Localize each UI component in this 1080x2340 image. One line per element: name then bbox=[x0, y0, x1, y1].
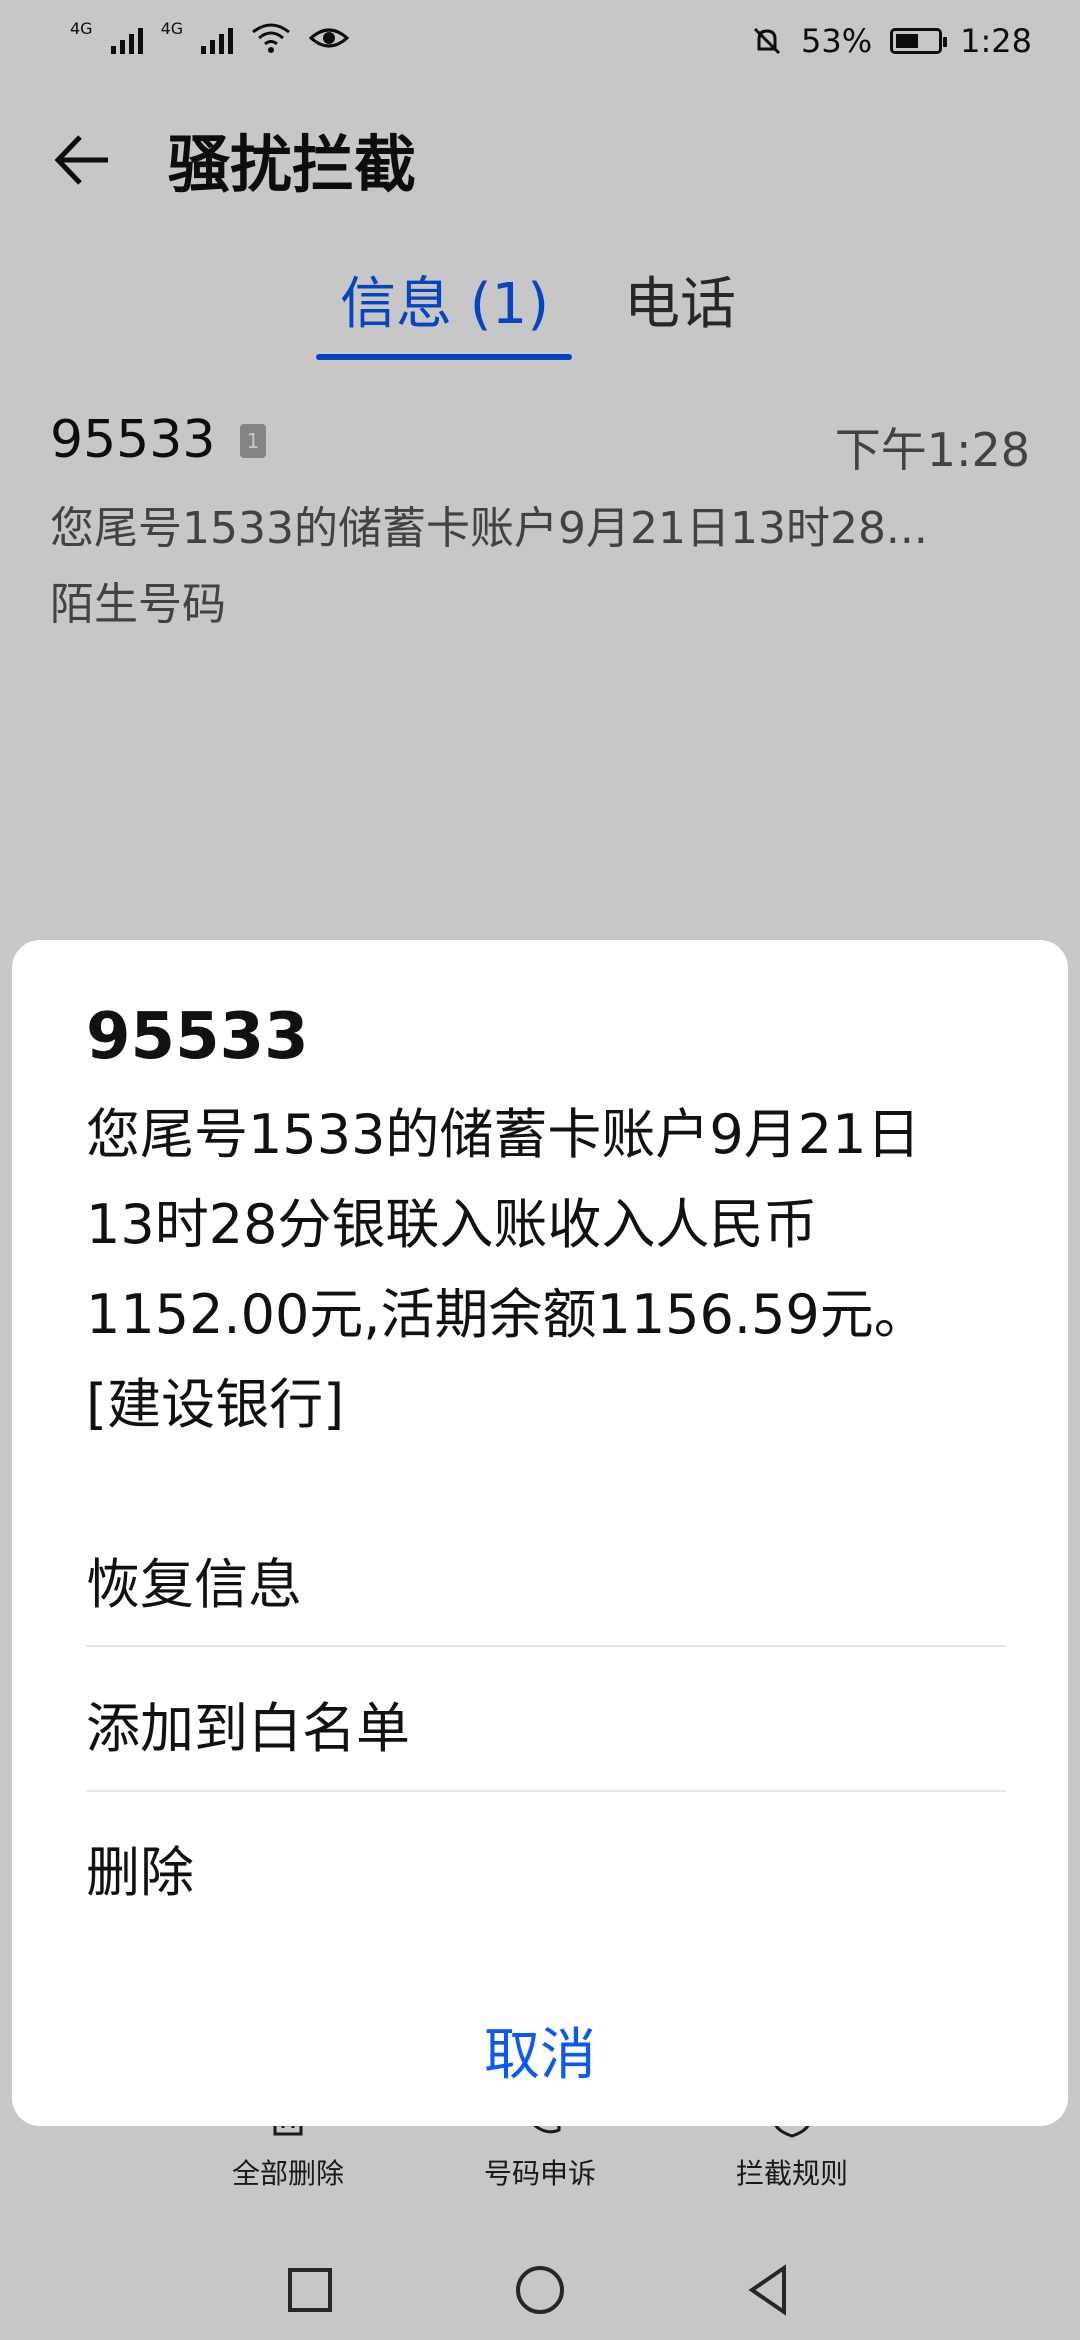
restore-message-option[interactable]: 恢复信息 bbox=[86, 1540, 1006, 1619]
add-to-whitelist-option[interactable]: 添加到白名单 bbox=[86, 1684, 1006, 1763]
divider bbox=[86, 1790, 1006, 1792]
cancel-button[interactable]: 取消 bbox=[12, 2010, 1068, 2091]
divider bbox=[86, 1645, 1006, 1647]
dialog-message-body: 您尾号1533的储蓄卡账户9月21日13时28分银联入账收入人民币1152.00… bbox=[86, 1103, 928, 1436]
delete-option[interactable]: 删除 bbox=[86, 1828, 1006, 1907]
message-dialog: 95533 您尾号1533的储蓄卡账户9月21日13时28分银联入账收入人民币1… bbox=[12, 940, 1068, 2126]
dialog-title: 95533 bbox=[86, 1000, 309, 1074]
screen: 4G 4G 53% 1:28 骚扰拦截 信息 (1) 电话 95533 1 下午… bbox=[0, 0, 1080, 2340]
